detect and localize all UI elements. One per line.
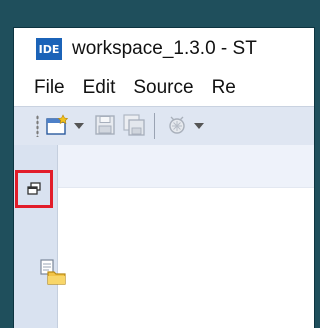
toolbar-separator: [154, 113, 155, 139]
new-wizard-icon[interactable]: [46, 114, 70, 136]
toolbar-grip[interactable]: [36, 115, 39, 137]
save-icon[interactable]: [94, 114, 116, 136]
editor-area: [58, 145, 314, 188]
menu-source[interactable]: Source: [133, 77, 193, 99]
restore-icon: [27, 182, 41, 195]
menu-edit[interactable]: Edit: [83, 77, 116, 99]
menu-refactor[interactable]: Re: [212, 77, 236, 99]
restore-button[interactable]: [15, 170, 53, 208]
main-toolbar: [14, 106, 314, 146]
dropdown-arrow-icon[interactable]: [74, 123, 84, 129]
dropdown-arrow-icon[interactable]: [194, 123, 204, 129]
debug-icon[interactable]: [166, 114, 190, 136]
save-all-icon[interactable]: [122, 114, 146, 136]
package-explorer-icon[interactable]: [39, 258, 67, 286]
menu-bar: File Edit Source Re: [14, 70, 314, 106]
app-icon: IDE: [36, 38, 62, 60]
title-bar: IDE workspace_1.3.0 - ST: [14, 28, 314, 70]
menu-file[interactable]: File: [34, 77, 65, 99]
window-title: workspace_1.3.0 - ST: [72, 38, 257, 59]
